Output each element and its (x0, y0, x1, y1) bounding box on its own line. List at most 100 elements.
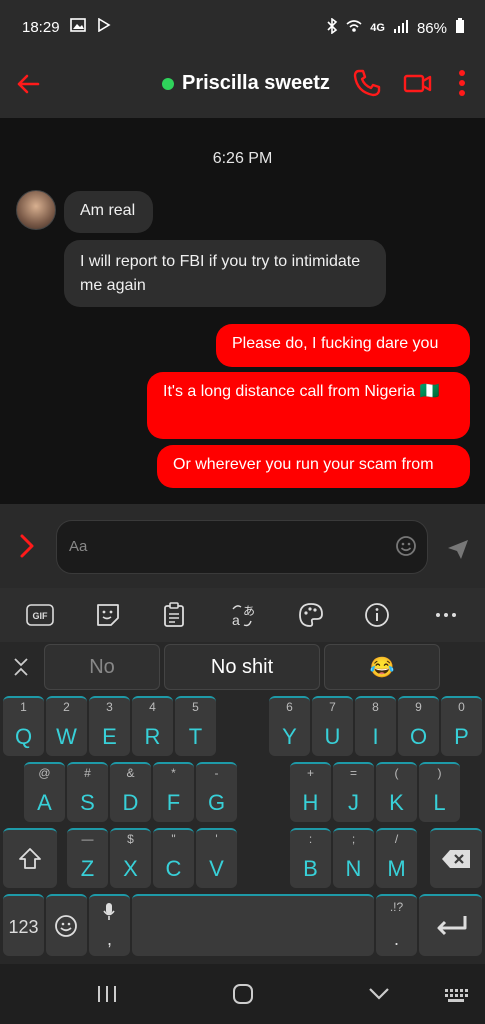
palette-icon[interactable] (296, 600, 326, 630)
key-u[interactable]: 7U (312, 696, 353, 756)
key-p[interactable]: 0P (441, 696, 482, 756)
key-letter: H (302, 790, 319, 815)
svg-text:あ: あ (243, 604, 255, 618)
incoming-message[interactable]: Am real (64, 191, 153, 233)
conversation-header: Priscilla sweetz (0, 52, 485, 118)
more-icon[interactable] (431, 600, 461, 630)
gif-icon[interactable]: GIF (25, 600, 55, 630)
backspace-icon (442, 850, 470, 868)
key-x[interactable]: $ X (110, 828, 151, 888)
emoji-icon[interactable] (395, 535, 417, 557)
keyboard-switch-icon[interactable] (444, 988, 468, 1009)
key-letter: G (207, 790, 226, 815)
key-letter: N (345, 856, 362, 881)
on-screen-keyboard: GIF aあ No No shit 😂 1Q 2W 3E 4R 5T 6Y 7U… (0, 588, 485, 964)
punctuation-key[interactable]: .!? . (376, 894, 417, 956)
key-o[interactable]: 9O (398, 696, 439, 756)
suggestion-chip[interactable]: No (44, 644, 160, 690)
key-hint: $ (127, 832, 134, 846)
clipboard-icon[interactable] (159, 600, 189, 630)
key-hint: * (171, 766, 176, 780)
key-l[interactable]: ) L (419, 762, 460, 822)
voice-comma-key[interactable]: , (89, 894, 130, 956)
key-letter: J (348, 790, 359, 815)
key-q[interactable]: 1Q (3, 696, 44, 756)
hide-keyboard-icon[interactable] (368, 986, 390, 1007)
key-letter: C (165, 856, 182, 881)
suggestion-chip[interactable]: No shit (164, 644, 320, 690)
key-h[interactable]: + H (290, 762, 331, 822)
play-icon (96, 17, 112, 36)
key-hint: 4 (149, 700, 156, 714)
more-options-icon[interactable] (456, 68, 468, 103)
key-d[interactable]: & D (110, 762, 151, 822)
translate-icon[interactable]: aあ (228, 600, 258, 630)
key-z[interactable]: — Z (67, 828, 108, 888)
expand-actions-icon[interactable] (14, 532, 38, 560)
key-m[interactable]: / M (376, 828, 417, 888)
key-k[interactable]: (K (376, 762, 417, 822)
wifi-icon (346, 19, 362, 37)
back-arrow-icon[interactable] (14, 70, 42, 98)
outgoing-message[interactable]: It's a long distance call from Nigeria 🇳… (147, 372, 470, 439)
numbers-key[interactable]: 123 (3, 894, 44, 956)
key-y[interactable]: 6Y (269, 696, 310, 756)
message-input[interactable]: Aa (56, 520, 428, 574)
message-text: It's a long distance call from Nigeria 🇳… (163, 383, 440, 400)
space-key[interactable] (132, 894, 374, 956)
enter-key[interactable] (419, 894, 482, 956)
key-hint: @ (38, 766, 51, 780)
home-icon[interactable] (232, 983, 254, 1010)
key-n[interactable]: ; N (333, 828, 374, 888)
battery-icon (455, 18, 465, 38)
contact-avatar[interactable] (16, 190, 56, 230)
outgoing-message[interactable]: Or wherever you run your scam from (157, 445, 470, 488)
key-s[interactable]: # S (67, 762, 108, 822)
key-t[interactable]: 5T (175, 696, 216, 756)
shift-key[interactable] (3, 828, 57, 888)
key-g[interactable]: -G (196, 762, 237, 822)
message-text: I will report to FBI if you try to intim… (80, 253, 361, 294)
signal-icon (393, 19, 409, 37)
send-icon[interactable] (446, 537, 470, 561)
key-w[interactable]: 2W (46, 696, 87, 756)
key-hint: 7 (329, 700, 336, 714)
key-letter: M (387, 856, 406, 881)
key-r[interactable]: 4R (132, 696, 173, 756)
message-text: Or wherever you run your scam from (173, 456, 434, 473)
message-text: Please do, I fucking dare you (232, 335, 439, 352)
collapse-suggestions-icon[interactable] (8, 654, 34, 680)
phone-call-icon[interactable] (352, 68, 382, 103)
key-e[interactable]: 3E (89, 696, 130, 756)
key-c[interactable]: " C (153, 828, 194, 888)
video-call-icon[interactable] (402, 68, 434, 103)
outgoing-message[interactable]: Please do, I fucking dare you (216, 324, 470, 367)
key-letter: Z (80, 856, 95, 881)
key-letter: P (454, 724, 469, 749)
key-b[interactable]: :B (290, 828, 331, 888)
key-letter: U (324, 724, 341, 749)
suggestion-chip[interactable]: 😂 (324, 644, 440, 690)
emoji-key[interactable] (46, 894, 87, 956)
contact-title[interactable]: Priscilla sweetz (162, 72, 330, 95)
status-bar: 18:29 4G 86% (0, 0, 485, 52)
key-letter: S (80, 790, 95, 815)
sticker-icon[interactable] (93, 600, 123, 630)
key-f[interactable]: * F (153, 762, 194, 822)
key-hint: 9 (415, 700, 422, 714)
incoming-message[interactable]: I will report to FBI if you try to intim… (64, 240, 386, 307)
comma-label: , (106, 929, 112, 949)
backspace-key[interactable] (430, 828, 482, 888)
key-i[interactable]: 8I (355, 696, 396, 756)
info-icon[interactable] (362, 600, 392, 630)
key-hint: — (81, 832, 94, 846)
message-input-placeholder: Aa (69, 538, 88, 555)
recent-apps-icon[interactable] (96, 984, 118, 1009)
punctuation-hint: .!? (389, 900, 404, 914)
key-a[interactable]: @ A (24, 762, 65, 822)
key-letter: X (123, 856, 138, 881)
key-hint: ; (351, 832, 356, 846)
key-v[interactable]: ' V (196, 828, 237, 888)
key-j[interactable]: = J (333, 762, 374, 822)
shift-icon (19, 848, 41, 869)
